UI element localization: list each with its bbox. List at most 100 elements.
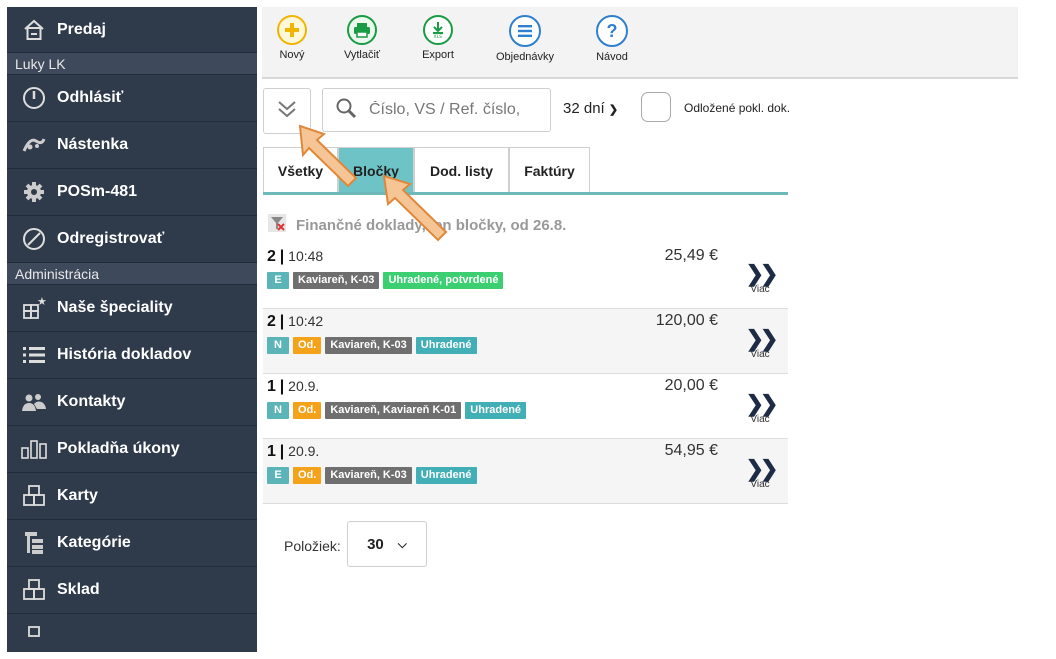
sidebar-item-cash-actions[interactable]: Pokladňa úkony bbox=[7, 426, 257, 473]
days-select[interactable]: 32 dní ❯ bbox=[563, 100, 618, 117]
doc-number: 2 bbox=[267, 248, 276, 265]
dashboard-icon bbox=[21, 132, 47, 158]
cash-icon bbox=[21, 436, 47, 462]
menu-icon bbox=[509, 15, 541, 47]
sidebar-item-categories[interactable]: Kategórie bbox=[7, 520, 257, 567]
gear-icon bbox=[21, 179, 47, 205]
sidebar-section-admin: Administrácia bbox=[7, 263, 257, 285]
svg-text:★: ★ bbox=[37, 296, 46, 308]
tab-receipts[interactable]: Bločky bbox=[338, 147, 414, 193]
type-badge: N bbox=[267, 402, 289, 419]
help-label: Návod bbox=[596, 51, 628, 63]
ban-icon bbox=[21, 226, 47, 252]
doc-number: 1 bbox=[267, 378, 276, 395]
od-badge: Od. bbox=[293, 337, 322, 354]
cards-icon bbox=[21, 483, 47, 509]
deferred-checkbox[interactable] bbox=[641, 92, 671, 122]
plus-icon bbox=[277, 15, 307, 45]
users-icon bbox=[21, 389, 47, 415]
box-icon bbox=[21, 624, 47, 650]
per-page-label: Položiek: bbox=[284, 538, 341, 554]
type-badge: E bbox=[267, 272, 289, 289]
toolbar: Nový Vytlačiť XLS Export Objednávky ? Ná… bbox=[262, 7, 1018, 79]
doc-amount: 54,95 € bbox=[664, 442, 718, 459]
specials-icon: ★ bbox=[21, 295, 47, 321]
days-value: 32 dní bbox=[563, 100, 605, 117]
sidebar-item-history[interactable]: História dokladov bbox=[7, 332, 257, 379]
list-item[interactable]: 1 | 20.9. 54,95 € E Od. Kaviareň, K-03 U… bbox=[263, 439, 788, 504]
expand-filters-button[interactable] bbox=[263, 88, 311, 134]
sidebar-item-label: Nástenka bbox=[57, 136, 129, 153]
more-button[interactable]: ❯❯ Viac bbox=[745, 261, 779, 296]
sidebar-item-specials[interactable]: ★ Naše špeciality bbox=[7, 285, 257, 332]
doc-time: 20.9. bbox=[288, 378, 320, 394]
active-filter-note: Finančné doklady, len bločky, od 26.8. bbox=[268, 214, 566, 236]
sidebar-item-unregister[interactable]: Odregistrovať bbox=[7, 216, 257, 263]
sidebar: Predaj Luky LK Odhlásiť Nástenka POSm-48… bbox=[7, 7, 257, 652]
new-button[interactable]: Nový bbox=[273, 15, 311, 61]
chevron-down-icon: ❯ bbox=[608, 104, 619, 116]
double-chevron-right-icon: ❯❯ bbox=[745, 456, 779, 481]
svg-text:XLS: XLS bbox=[434, 34, 443, 39]
sidebar-item-cards[interactable]: Karty bbox=[7, 473, 257, 520]
list-icon bbox=[21, 342, 47, 368]
more-button[interactable]: ❯❯ Viac bbox=[745, 326, 779, 361]
search-input[interactable] bbox=[367, 100, 541, 120]
tab-all[interactable]: Všetky bbox=[263, 147, 338, 193]
sidebar-item-label: Karty bbox=[57, 487, 98, 504]
per-page-select[interactable]: 30 ⌵ bbox=[347, 521, 427, 567]
list-item[interactable]: 2 | 10:48 25,49 € E Kaviareň, K-03 Uhrad… bbox=[263, 244, 788, 309]
more-button[interactable]: ❯❯ Viac bbox=[745, 456, 779, 491]
double-chevron-right-icon: ❯❯ bbox=[745, 391, 779, 416]
document-list: 2 | 10:48 25,49 € E Kaviareň, K-03 Uhrad… bbox=[263, 244, 788, 504]
printer-icon bbox=[347, 15, 377, 45]
sidebar-item-dashboard[interactable]: Nástenka bbox=[7, 122, 257, 169]
sidebar-item-logout[interactable]: Odhlásiť bbox=[7, 75, 257, 122]
sidebar-item-label: POSm-481 bbox=[57, 183, 138, 200]
clear-filter-icon[interactable] bbox=[268, 214, 286, 236]
doc-amount: 120,00 € bbox=[655, 312, 718, 329]
help-button[interactable]: ? Návod bbox=[592, 15, 632, 63]
od-badge: Od. bbox=[293, 402, 322, 419]
sidebar-section-user: Luky LK bbox=[7, 53, 257, 75]
sidebar-item-warehouse[interactable]: Sklad bbox=[7, 567, 257, 614]
sidebar-item-more[interactable] bbox=[7, 614, 257, 652]
export-button[interactable]: XLS Export bbox=[416, 15, 460, 61]
status-badge: Uhradené bbox=[465, 402, 527, 419]
print-button[interactable]: Vytlačiť bbox=[340, 15, 384, 61]
export-icon: XLS bbox=[423, 15, 453, 45]
list-item[interactable]: 1 | 20.9. 20,00 € N Od. Kaviareň, Kaviar… bbox=[263, 374, 788, 439]
deferred-label: Odložené pokl. dok. bbox=[684, 101, 791, 115]
tabs-underline bbox=[263, 192, 788, 195]
tab-invoices[interactable]: Faktúry bbox=[509, 147, 590, 193]
search-field[interactable] bbox=[322, 88, 551, 132]
sidebar-item-device[interactable]: POSm-481 bbox=[7, 169, 257, 216]
sidebar-item-label: Naše špeciality bbox=[57, 299, 173, 316]
document-tabs: Všetky Bločky Dod. listy Faktúry bbox=[263, 147, 590, 193]
doc-time: 10:48 bbox=[288, 248, 324, 264]
categories-icon bbox=[21, 530, 47, 556]
more-button[interactable]: ❯❯ Viac bbox=[745, 391, 779, 426]
tab-delivery-notes[interactable]: Dod. listy bbox=[414, 147, 509, 193]
sidebar-item-label: Kontakty bbox=[57, 393, 126, 410]
orders-label: Objednávky bbox=[495, 51, 555, 63]
od-badge: Od. bbox=[293, 467, 322, 484]
sidebar-item-contacts[interactable]: Kontakty bbox=[7, 379, 257, 426]
sidebar-item-label: Sklad bbox=[57, 581, 100, 598]
double-chevron-right-icon: ❯❯ bbox=[745, 261, 779, 286]
type-badge: N bbox=[267, 337, 289, 354]
double-chevron-down-icon bbox=[276, 98, 298, 125]
sidebar-item-predaj[interactable]: Predaj bbox=[7, 7, 257, 53]
list-item[interactable]: 2 | 10:42 120,00 € N Od. Kaviareň, K-03 … bbox=[263, 309, 788, 374]
place-badge: Kaviareň, Kaviareň K-01 bbox=[325, 402, 462, 419]
status-badge: Uhradené, potvrdené bbox=[383, 272, 504, 289]
double-chevron-right-icon: ❯❯ bbox=[745, 326, 779, 351]
place-badge: Kaviareň, K-03 bbox=[325, 467, 412, 484]
sidebar-item-label: Predaj bbox=[57, 20, 106, 38]
sidebar-item-label: Odregistrovať bbox=[57, 230, 165, 247]
warehouse-icon bbox=[21, 577, 47, 603]
orders-button[interactable]: Objednávky bbox=[490, 15, 560, 63]
status-badge: Uhradené bbox=[415, 337, 477, 354]
sidebar-item-label: História dokladov bbox=[57, 346, 192, 363]
status-badge: Uhradené bbox=[415, 467, 477, 484]
